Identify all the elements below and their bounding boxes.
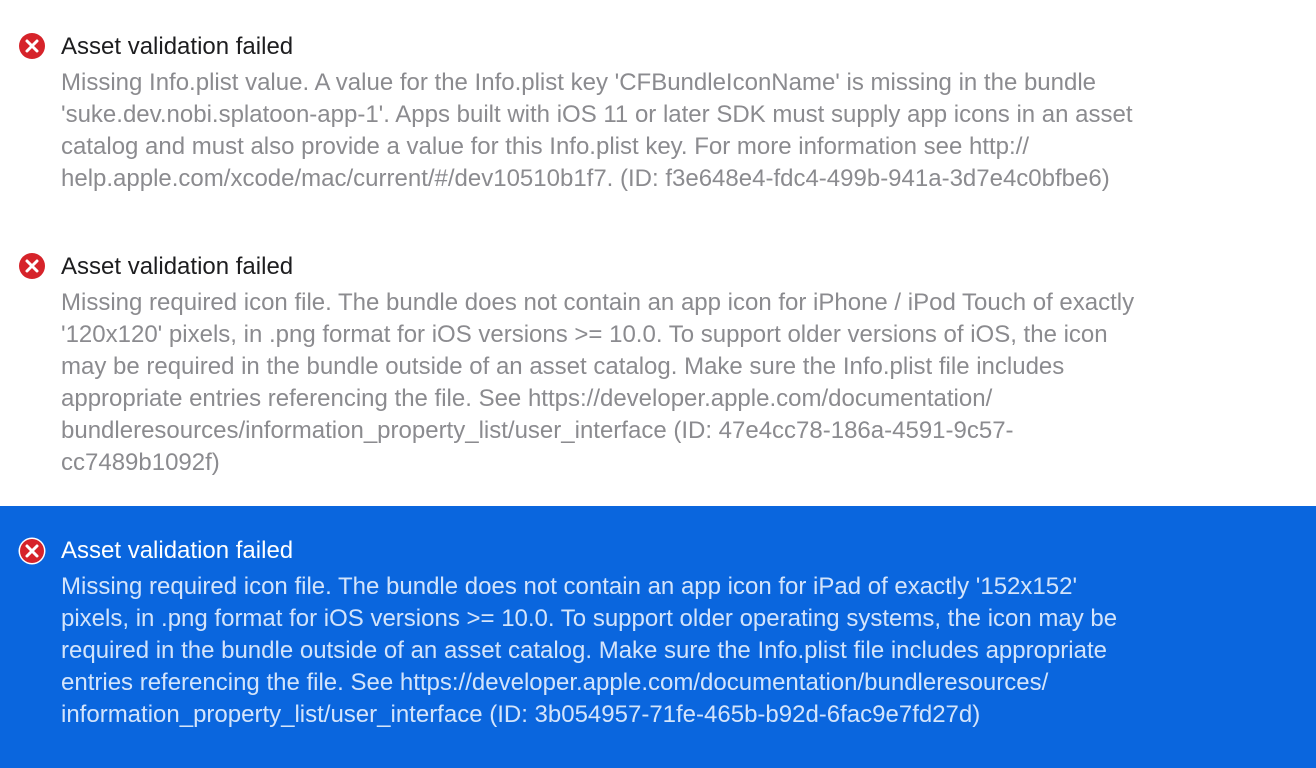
issue-title: Asset validation failed <box>61 253 294 280</box>
issue-detail-line: Missing required icon file. The bundle d… <box>61 289 1135 316</box>
issue-detail-line: information_property_list/user_interface… <box>61 701 981 728</box>
issue-detail-line: may be required in the bundle outside of… <box>61 353 1065 380</box>
issue-detail: Missing required icon file. The bundle d… <box>61 571 1289 731</box>
issue-detail-line: 'suke.dev.nobi.splatoon-app-1'. Apps bui… <box>61 101 1133 128</box>
issue-detail-line: Missing Info.plist value. A value for th… <box>61 69 1097 96</box>
issue-detail-line: Missing required icon file. The bundle d… <box>61 573 1078 600</box>
issue-detail-line: required in the bundle outside of an ass… <box>61 637 1107 664</box>
issue-detail-line: bundleresources/information_property_lis… <box>61 417 1014 444</box>
issue-title: Asset validation failed <box>61 33 294 60</box>
error-icon <box>18 252 46 280</box>
issue-detail: Missing Info.plist value. A value for th… <box>61 67 1289 195</box>
issue-detail: Missing required icon file. The bundle d… <box>61 287 1289 479</box>
issue-detail-line: '120x120' pixels, in .png format for iOS… <box>61 321 1108 348</box>
issue-row[interactable]: Asset validation failed Missing Info.pli… <box>0 0 1316 220</box>
validation-issue-list: Asset validation failed Missing Info.pli… <box>0 0 1316 768</box>
error-icon <box>18 32 46 60</box>
issue-detail-line: catalog and must also provide a value fo… <box>61 133 1030 160</box>
issue-detail-line: pixels, in .png format for iOS versions … <box>61 605 1118 632</box>
issue-detail-line: help.apple.com/xcode/mac/current/#/dev10… <box>61 165 1110 192</box>
issue-row-selected[interactable]: Asset validation failed Missing required… <box>0 506 1316 768</box>
issue-detail-line: entries referencing the file. See https:… <box>61 669 1049 696</box>
issue-title: Asset validation failed <box>61 537 294 564</box>
issue-detail-line: cc7489b1092f) <box>61 449 220 476</box>
error-icon <box>18 537 46 565</box>
issue-row[interactable]: Asset validation failed Missing required… <box>0 220 1316 506</box>
issue-detail-line: appropriate entries referencing the file… <box>61 385 993 412</box>
